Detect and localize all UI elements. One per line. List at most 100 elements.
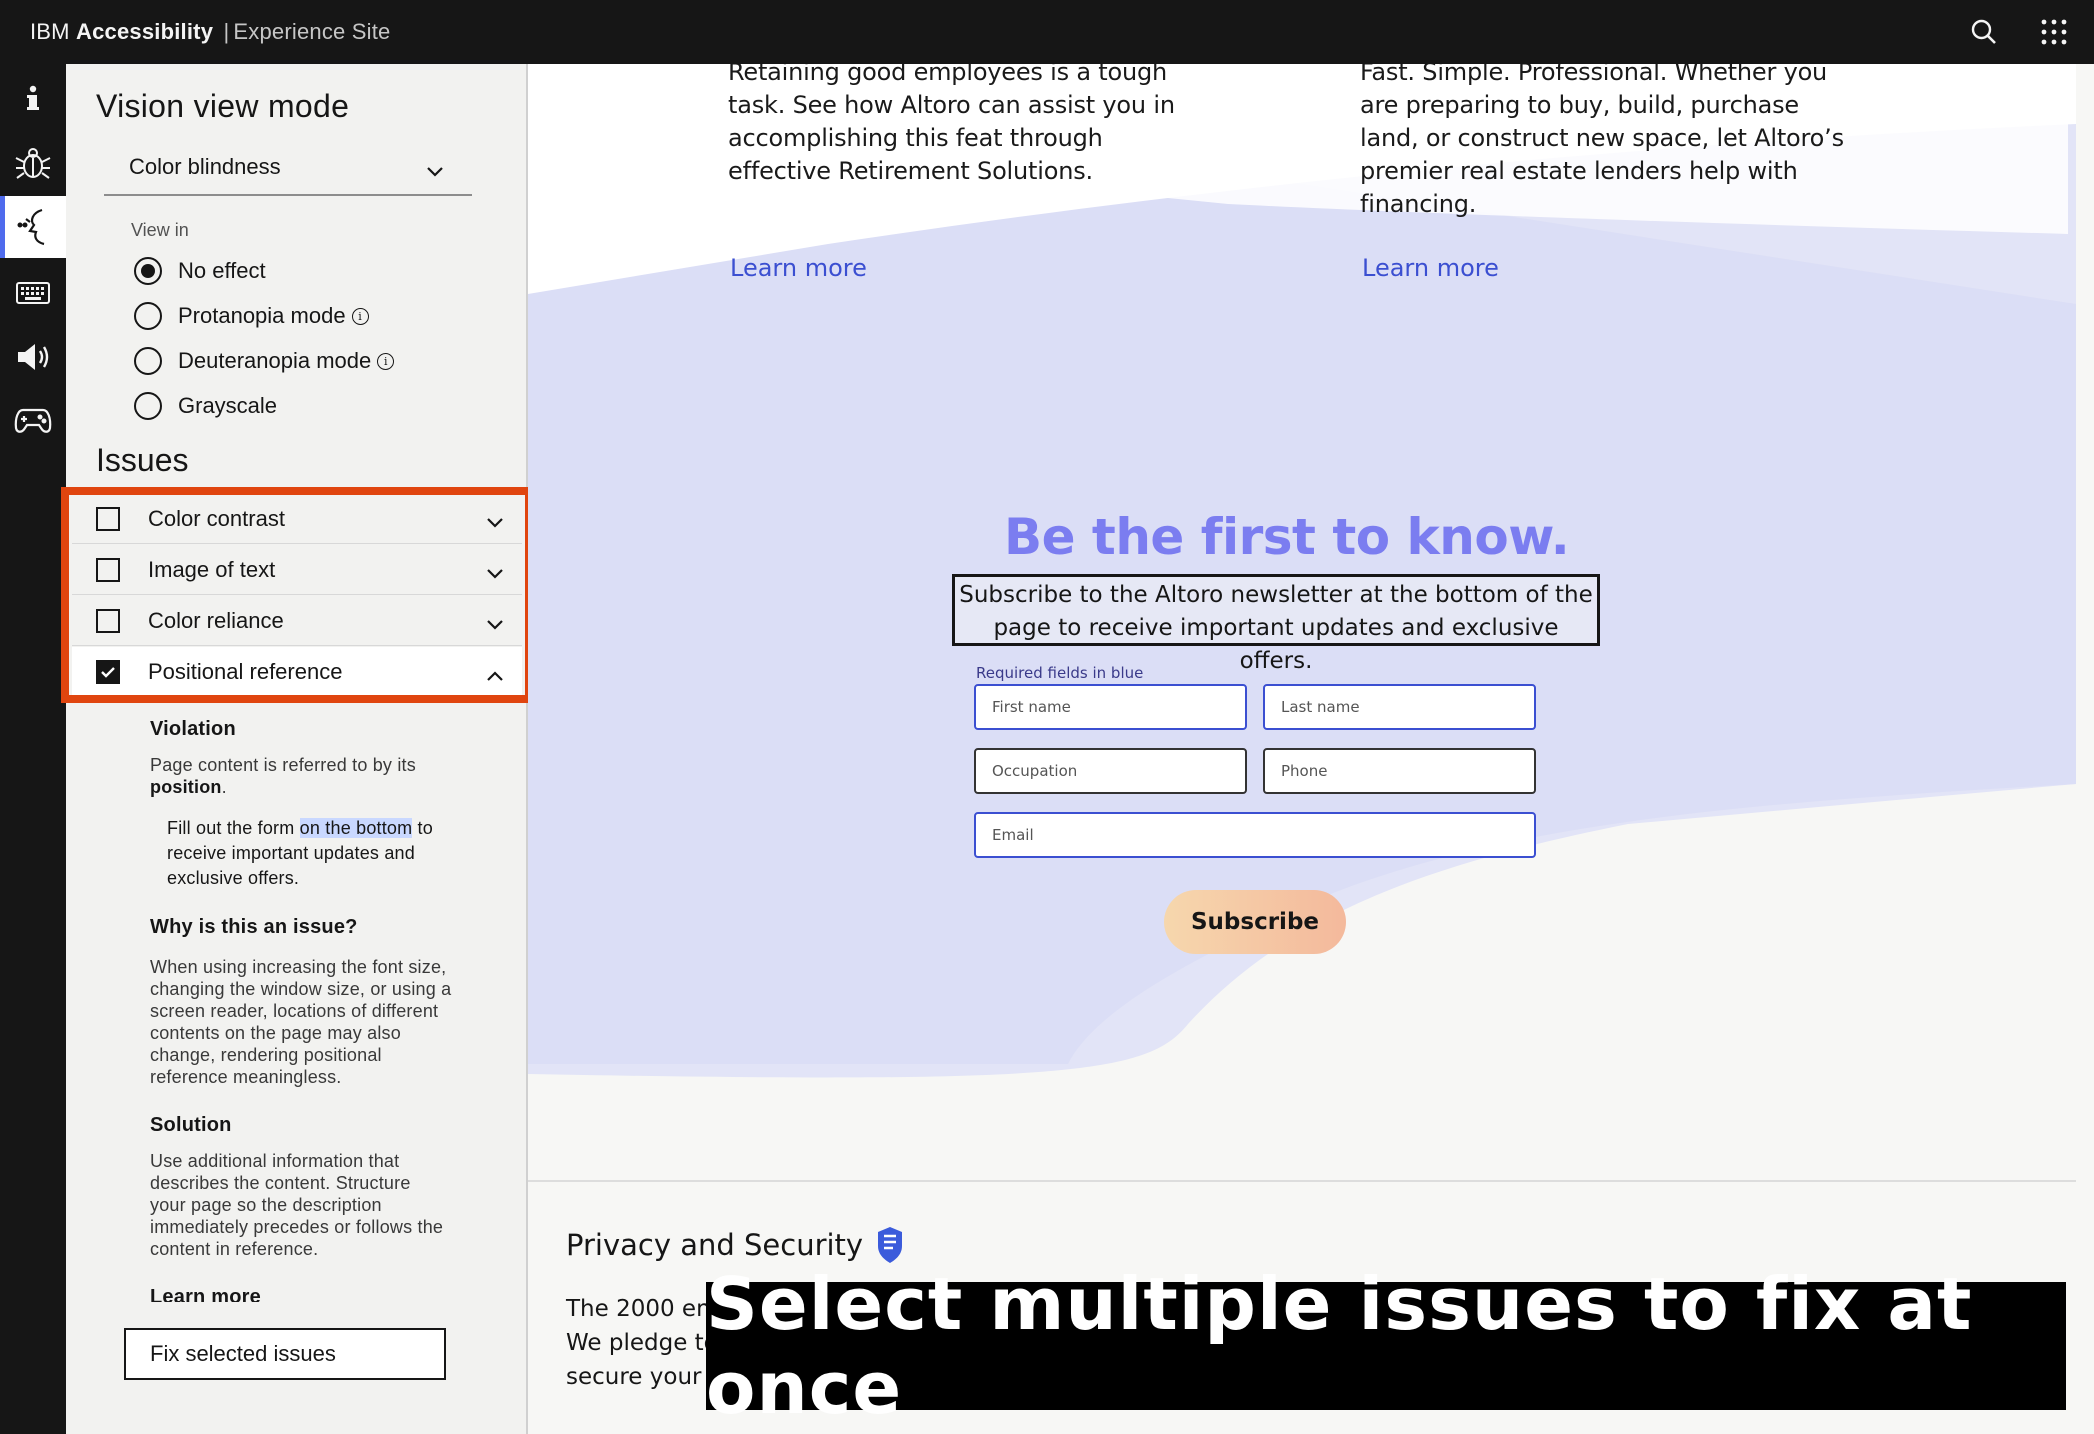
privacy-heading: Privacy and Security xyxy=(566,1226,905,1264)
privacy-line: We pledge to xyxy=(566,1330,718,1356)
radio-grayscale[interactable]: Grayscale xyxy=(134,389,277,423)
why-line: change, rendering positional xyxy=(150,1045,382,1065)
issues-highlight-box xyxy=(61,487,533,703)
info-icon[interactable] xyxy=(0,68,66,130)
card-line: Retaining good employees is a tough xyxy=(728,64,1168,86)
why-line: changing the window size, or using a xyxy=(150,979,452,999)
why-heading: Why is this an issue? xyxy=(150,916,358,938)
example-text: receive important updates and xyxy=(167,843,415,863)
violation-text: Page content is referred to by its posit… xyxy=(150,754,416,798)
card-line: premier real estate lenders help with xyxy=(1360,157,1798,185)
violation-period: . xyxy=(221,777,227,797)
privacy-line: The 2000 em xyxy=(566,1296,719,1322)
example-text: to xyxy=(412,818,433,838)
why-line: screen reader, locations of different xyxy=(150,1001,439,1021)
vision-panel: Vision view mode Color blindness View in… xyxy=(66,64,528,1434)
learn-more-real-estate-link[interactable]: Learn more xyxy=(1362,254,1499,282)
why-text: When using increasing the font size, cha… xyxy=(150,956,451,1088)
radio-no-effect[interactable]: No effect xyxy=(134,254,266,288)
brand-site: Experience Site xyxy=(233,19,391,44)
issues-title: Issues xyxy=(96,442,189,478)
caption-banner: Select multiple issues to fix at once xyxy=(706,1262,2066,1430)
radio-protanopia[interactable]: Protanopia mode i xyxy=(134,299,369,333)
brand-separator: | xyxy=(223,19,230,44)
privacy-text: The 2000 em We pledge to secure your i xyxy=(566,1292,719,1394)
newsletter-line: Subscribe to the Altoro newsletter at th… xyxy=(959,582,1593,608)
example-highlight: on the bottom xyxy=(299,818,413,838)
retirement-card-text: Retaining good employees is a tough task… xyxy=(728,64,1175,188)
vision-mode-dropdown[interactable]: Color blindness xyxy=(104,140,472,196)
card-line: accomplishing this feat through xyxy=(728,124,1103,152)
why-line: reference meaningless. xyxy=(150,1067,342,1087)
info-icon[interactable]: i xyxy=(377,352,395,370)
card-line: financing. xyxy=(1360,190,1477,218)
example-text: Fill out the form xyxy=(167,818,300,838)
first-name-input[interactable]: First name xyxy=(974,684,1247,730)
card-line: effective Retirement Solutions. xyxy=(728,157,1093,185)
top-bar: IBM Accessibility | Experience Site xyxy=(0,0,2094,64)
panel-title: Vision view mode xyxy=(96,88,350,124)
search-icon[interactable] xyxy=(1964,12,2004,52)
solution-section: Solution xyxy=(150,1114,232,1136)
real-estate-card-text: Fast. Simple. Professional. Whether you … xyxy=(1360,64,1844,221)
learn-more-text: Learn more xyxy=(150,1286,261,1302)
keyboard-icon[interactable] xyxy=(0,262,66,324)
newsletter-heading: Be the first to know. xyxy=(1004,508,1570,566)
violation-example: Fill out the form on the bottom to recei… xyxy=(167,816,433,891)
solution-line: content in reference. xyxy=(150,1239,319,1259)
why-section: Why is this an issue? xyxy=(150,916,358,938)
violation-bold: position xyxy=(150,777,222,797)
footer-divider xyxy=(528,1180,2076,1182)
solution-line: Use additional information that xyxy=(150,1151,400,1171)
vision-icon[interactable] xyxy=(0,196,66,258)
subscribe-button[interactable]: Subscribe xyxy=(1164,890,1346,954)
solution-line: immediately precedes or follows the xyxy=(150,1217,444,1237)
radio-button[interactable] xyxy=(134,302,162,330)
learn-more-retirement-link[interactable]: Learn more xyxy=(730,254,867,282)
dropdown-value: Color blindness xyxy=(129,154,281,179)
email-input[interactable]: Email xyxy=(974,812,1536,858)
radio-label: No effect xyxy=(178,258,266,283)
example-text: exclusive offers. xyxy=(167,868,300,888)
bug-icon[interactable] xyxy=(0,132,66,194)
privacy-title: Privacy and Security xyxy=(566,1228,864,1262)
radio-label: Grayscale xyxy=(178,393,278,418)
brand-ibm: IBM xyxy=(30,19,70,44)
info-icon[interactable]: i xyxy=(351,307,369,325)
fix-selected-issues-button[interactable]: Fix selected issues xyxy=(124,1328,446,1380)
violation-line: Page content is referred to by its xyxy=(150,755,416,775)
radio-label: Deuteranopia mode xyxy=(178,348,372,373)
radio-label: Protanopia mode xyxy=(178,303,346,328)
gamepad-icon[interactable] xyxy=(0,390,66,452)
why-line: contents on the page may also xyxy=(150,1023,401,1043)
solution-text: Use additional information that describe… xyxy=(150,1150,443,1260)
radio-button[interactable] xyxy=(134,347,162,375)
website-preview: Retaining good employees is a tough task… xyxy=(528,64,2094,1434)
why-line: When using increasing the font size, xyxy=(150,957,447,977)
phone-input[interactable]: Phone xyxy=(1263,748,1536,794)
brand-title[interactable]: IBM Accessibility | Experience Site xyxy=(30,19,390,45)
card-line: are preparing to buy, build, purchase xyxy=(1360,91,1800,119)
app-switcher-icon[interactable] xyxy=(2034,12,2074,52)
learn-more-link[interactable]: Learn more xyxy=(150,1286,261,1302)
radio-selected-dot xyxy=(141,264,155,278)
chevron-down-icon xyxy=(426,158,444,184)
radio-button[interactable] xyxy=(134,257,162,285)
solution-line: describes the content. Structure xyxy=(150,1173,411,1193)
view-in-label: View in xyxy=(131,220,189,240)
solution-heading: Solution xyxy=(150,1114,232,1136)
newsletter-description: Subscribe to the Altoro newsletter at th… xyxy=(952,574,1600,674)
card-line: Fast. Simple. Professional. Whether you xyxy=(1360,64,1828,86)
occupation-input[interactable]: Occupation xyxy=(974,748,1247,794)
brand-name: Accessibility xyxy=(76,19,214,44)
radio-deuteranopia[interactable]: Deuteranopia mode i xyxy=(134,344,395,378)
privacy-line: secure your i xyxy=(566,1364,716,1390)
radio-button[interactable] xyxy=(134,392,162,420)
required-fields-note: Required fields in blue xyxy=(976,664,1144,682)
card-line: land, or construct new space, let Altoro… xyxy=(1360,124,1844,152)
solution-line: your page so the description xyxy=(150,1195,382,1215)
speaker-icon[interactable] xyxy=(0,326,66,388)
violation-section: Violation xyxy=(150,718,236,740)
violation-heading: Violation xyxy=(150,718,236,740)
last-name-input[interactable]: Last name xyxy=(1263,684,1536,730)
